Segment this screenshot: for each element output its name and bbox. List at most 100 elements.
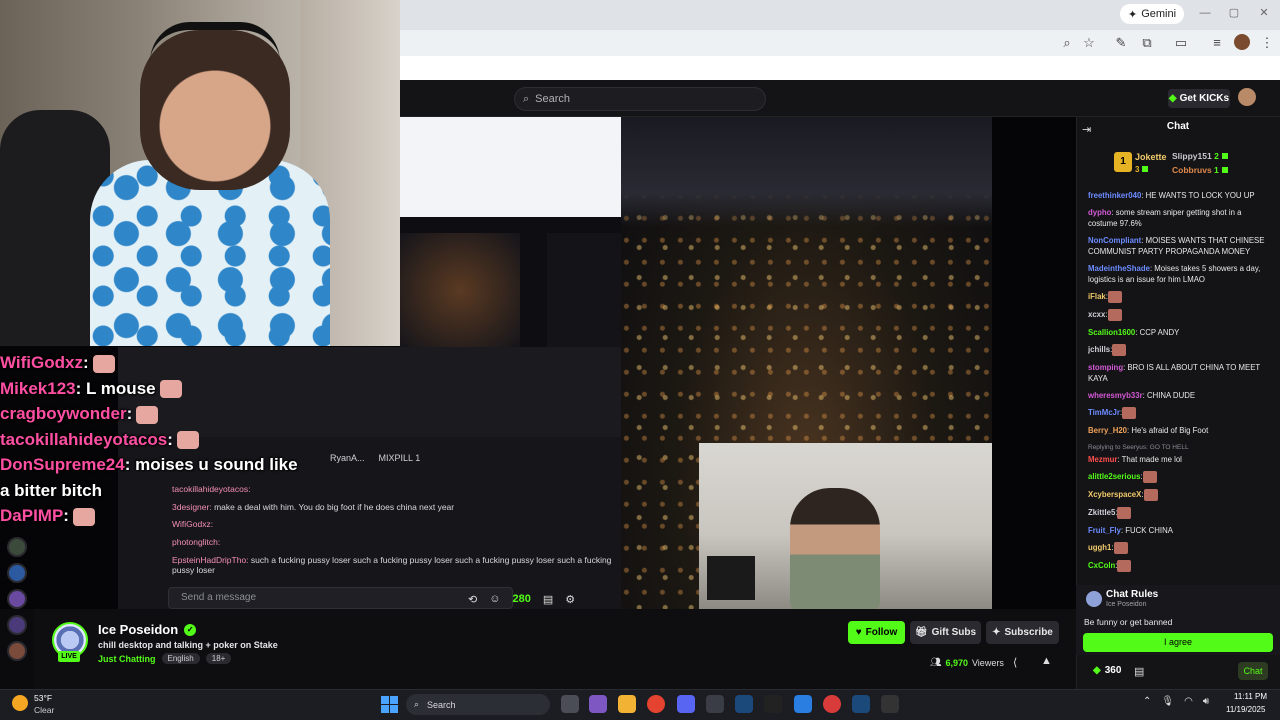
chat-message[interactable]: Replying to Seeryus: GO TO HELL Mezmur: T… [1088, 442, 1272, 465]
system-tray[interactable]: ⌃ 🎙︎ ◠ 🔊︎ [1143, 696, 1209, 707]
chat-username[interactable]: xcxx [1088, 310, 1105, 319]
chat-message[interactable]: TimMcJr: [1088, 407, 1272, 419]
chat-username[interactable]: freethinker040 [1088, 191, 1141, 200]
chat-message[interactable]: xcxx: [1088, 309, 1272, 321]
gift-leader-rank: 1 [1114, 152, 1132, 172]
copilot-icon[interactable] [589, 695, 607, 713]
creative-cloud-icon[interactable] [823, 695, 841, 713]
chat-message[interactable]: Berry_H20: He's afraid of Big Foot [1088, 425, 1272, 436]
chat-message[interactable]: NonCompliant: MOISES WANTS THAT CHINESE … [1088, 235, 1272, 257]
tag-mature[interactable]: 18+ [205, 653, 232, 664]
store-icon[interactable]: ▤ [1134, 665, 1144, 678]
chat-username[interactable]: wheresmyb33r [1088, 391, 1143, 400]
get-kicks-button[interactable]: ◆ Get KICKs [1168, 89, 1230, 108]
chat-username[interactable]: iFlak [1088, 292, 1106, 301]
chat-message[interactable]: alittle2serious: [1088, 471, 1272, 483]
chat-message[interactable]: uggh1: [1088, 542, 1272, 554]
chrome-icon[interactable] [647, 695, 665, 713]
rail-channel-avatar[interactable] [7, 615, 27, 635]
task-view-icon[interactable] [561, 695, 579, 713]
gift-subs-button[interactable]: 🎁︎ Gift Subs [910, 621, 981, 644]
gift-leader-first[interactable]: Jokette [1135, 152, 1167, 162]
chat-username[interactable]: Fruit_Fly [1088, 526, 1121, 535]
chat-send-button[interactable]: Chat [1238, 662, 1268, 680]
chat-username[interactable]: TimMcJr [1088, 408, 1120, 417]
emote-icon [92, 354, 115, 373]
restore-icon[interactable]: ▢ [1227, 6, 1241, 20]
pen-app-icon[interactable] [881, 695, 899, 713]
chat-message[interactable]: MadeintheShade: Moises takes 5 showers a… [1088, 263, 1272, 285]
chat-username[interactable]: uggh1 [1088, 543, 1111, 552]
chat-message[interactable]: wheresmyb33r: CHINA DUDE [1088, 390, 1272, 401]
extension-pin-icon[interactable]: ✎ [1112, 34, 1130, 52]
rail-channel-avatar[interactable] [7, 589, 27, 609]
gift-leader-third[interactable]: Cobbruvs 1 [1172, 165, 1228, 175]
follow-button[interactable]: ♥ Follow [848, 621, 905, 644]
chat-message[interactable]: jchills: [1088, 344, 1272, 356]
chat-message[interactable]: stomping: BRO IS ALL ABOUT CHINA TO MEET… [1088, 362, 1272, 384]
subscribe-label: Subscribe [1004, 627, 1053, 638]
chat-message[interactable]: CxColn: [1088, 560, 1272, 572]
chat-username[interactable]: Mezmur [1088, 455, 1117, 464]
chat-message[interactable]: iFlak: [1088, 291, 1272, 303]
chat-username[interactable]: Berry_H20 [1088, 426, 1127, 435]
steam-icon[interactable] [735, 695, 753, 713]
cast-icon[interactable]: ▭ [1172, 34, 1190, 52]
chat-message[interactable]: XcyberspaceX: [1088, 489, 1272, 501]
rail-channel-avatar[interactable] [7, 641, 27, 661]
obs-icon[interactable] [706, 695, 724, 713]
chat-messages[interactable]: freethinker040: HE WANTS TO LOCK YOU UP d… [1088, 190, 1272, 580]
rail-channel-avatar[interactable] [7, 563, 27, 583]
subscribe-button[interactable]: ✦ Subscribe [986, 621, 1059, 644]
bookmark-star-icon[interactable]: ☆ [1080, 34, 1098, 52]
chat-username[interactable]: CxColn [1088, 561, 1115, 570]
extensions-icon[interactable]: ⧉ [1138, 34, 1156, 52]
discord-icon[interactable] [677, 695, 695, 713]
chat-username[interactable]: dypho [1088, 208, 1111, 217]
chat-username[interactable]: alittle2serious [1088, 472, 1140, 481]
epic-games-icon[interactable] [764, 695, 782, 713]
chat-message[interactable]: freethinker040: HE WANTS TO LOCK YOU UP [1088, 190, 1272, 201]
user-avatar[interactable] [1238, 88, 1256, 106]
chat-username[interactable]: NonCompliant [1088, 236, 1141, 245]
start-button[interactable] [381, 696, 398, 713]
taskbar-search[interactable]: ⌕ Search [406, 694, 550, 715]
chat-username[interactable]: Zkittle5 [1088, 508, 1115, 517]
minimize-icon[interactable]: — [1198, 6, 1212, 20]
clock-time[interactable]: 11:11 PM [1234, 692, 1267, 701]
app-icon[interactable] [794, 695, 812, 713]
chat-message[interactable]: Scallion1600: CCP ANDY [1088, 327, 1272, 338]
chat-username[interactable]: XcyberspaceX [1088, 490, 1141, 499]
chat-username[interactable]: stomping [1088, 363, 1123, 372]
chat-message[interactable]: dypho: some stream sniper getting shot i… [1088, 207, 1272, 229]
stream-tags: Just Chatting English 18+ [98, 653, 232, 664]
zoom-icon[interactable]: ⌕ [1058, 34, 1076, 52]
chat-username[interactable]: Scallion1600 [1088, 328, 1135, 337]
category-link[interactable]: Just Chatting [98, 654, 156, 664]
inner-tab: RyanA... [330, 453, 365, 463]
chat-kicks-balance[interactable]: ◆ 360 [1093, 665, 1121, 676]
share-icon[interactable]: ⟨ [1013, 656, 1017, 669]
chat-username[interactable]: jchills [1088, 345, 1110, 354]
close-icon[interactable]: ✕ [1257, 6, 1271, 20]
weather-icon[interactable] [12, 695, 28, 711]
chat-message[interactable]: Fruit_Fly: FUCK CHINA [1088, 525, 1272, 536]
file-explorer-icon[interactable] [618, 695, 636, 713]
chat-username[interactable]: MadeintheShade [1088, 264, 1150, 273]
menu-kebab-icon[interactable]: ⋮ [1258, 34, 1276, 52]
gemini-button[interactable]: ✦ Gemini [1120, 4, 1185, 24]
gift-icon: 🎁︎ [914, 627, 928, 638]
profile-avatar[interactable] [1234, 34, 1250, 50]
tag-language[interactable]: English [161, 653, 200, 664]
report-icon[interactable]: ▲ [1041, 655, 1052, 667]
chat-message[interactable]: Zkittle5: [1088, 507, 1272, 519]
agree-button[interactable]: I agree [1083, 633, 1273, 652]
reading-list-icon[interactable]: ≡ [1208, 34, 1226, 52]
search-input[interactable]: ⌕ Search [514, 87, 766, 111]
channel-name[interactable]: Ice Poseidon ✓ [98, 622, 197, 637]
gift-leader-second[interactable]: Slippy151 2 [1172, 151, 1228, 161]
city-sky [621, 117, 992, 227]
rail-channel-avatar[interactable] [7, 537, 27, 557]
steam-icon-2[interactable] [852, 695, 870, 713]
clock-date[interactable]: 11/19/2025 [1226, 705, 1265, 714]
